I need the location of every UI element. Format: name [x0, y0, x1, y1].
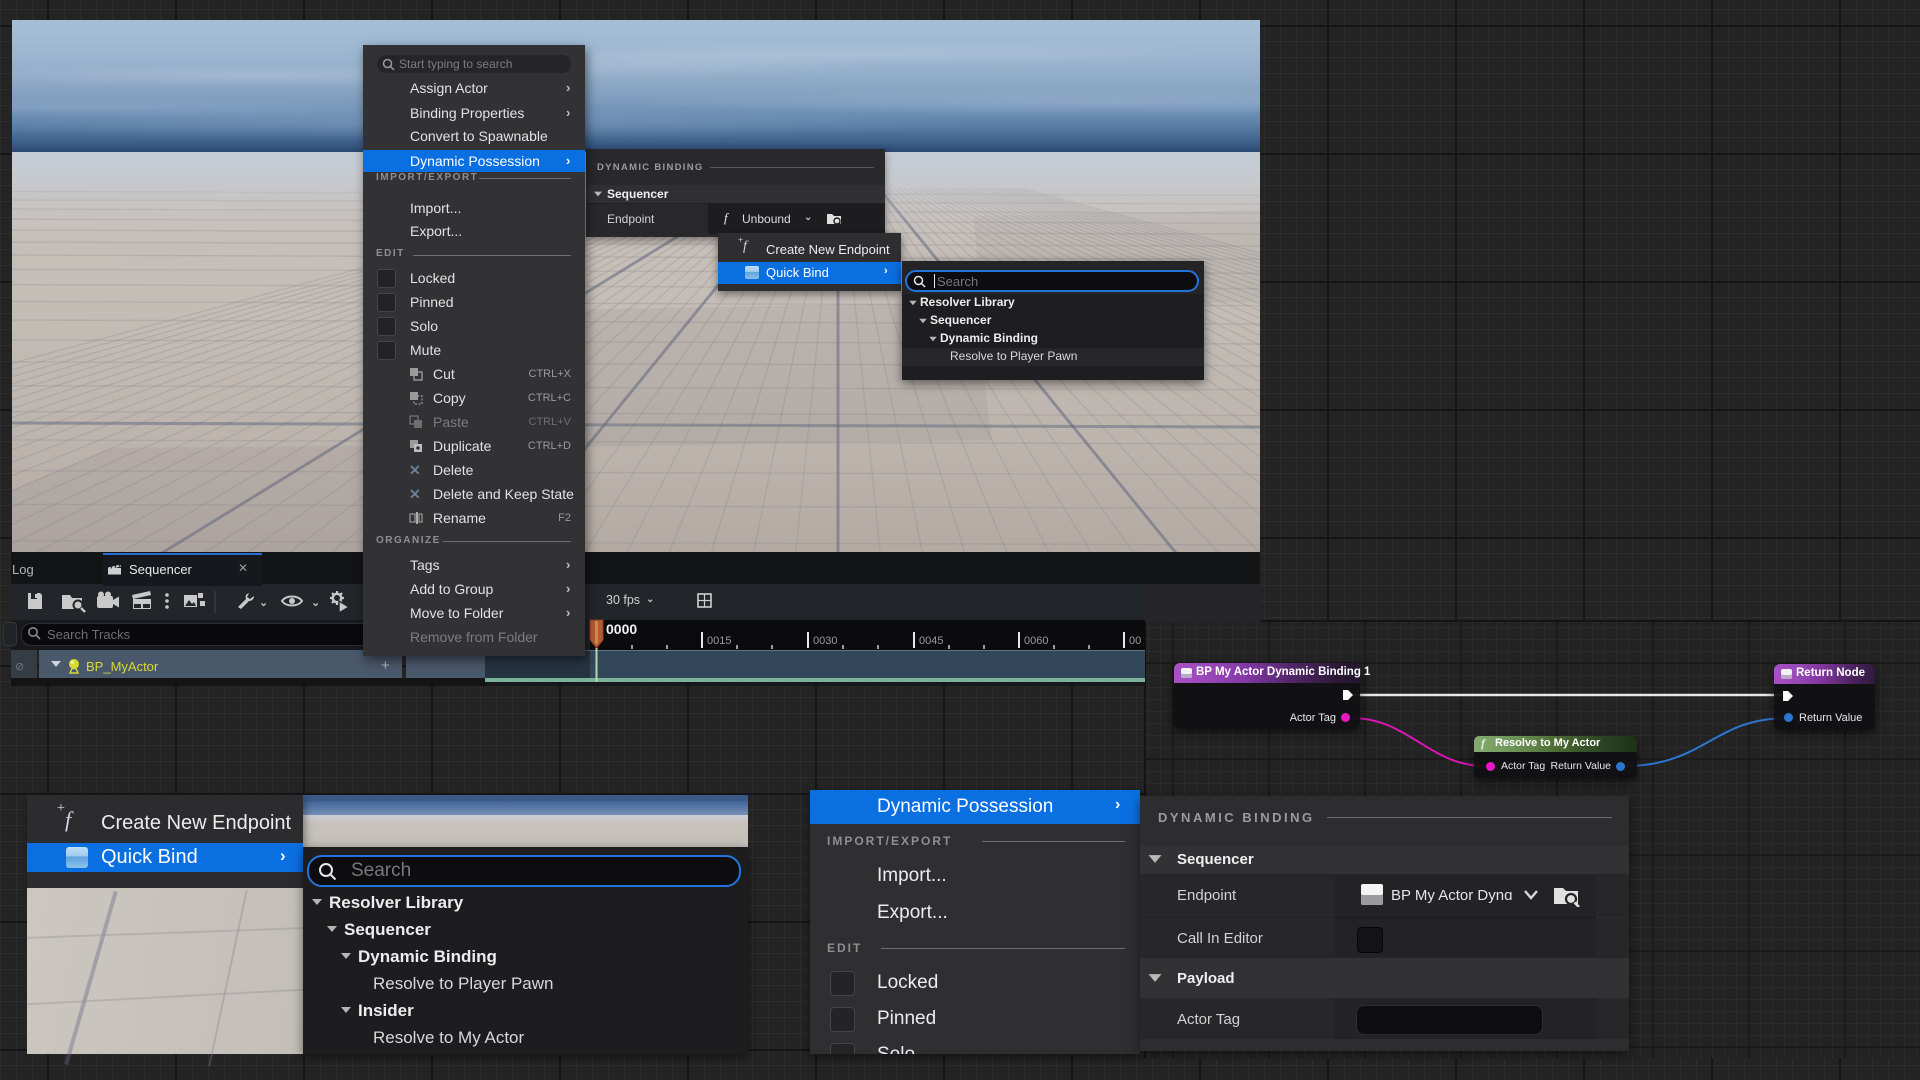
svg-text:⌄: ⌄	[259, 597, 268, 609]
svg-text:0060: 0060	[1024, 635, 1048, 647]
svg-text:0015: 0015	[707, 635, 731, 647]
svg-text:00: 00	[1129, 635, 1141, 647]
svg-text:⌄: ⌄	[311, 597, 320, 609]
svg-text:0045: 0045	[919, 635, 943, 647]
svg-text:0030: 0030	[813, 635, 837, 647]
